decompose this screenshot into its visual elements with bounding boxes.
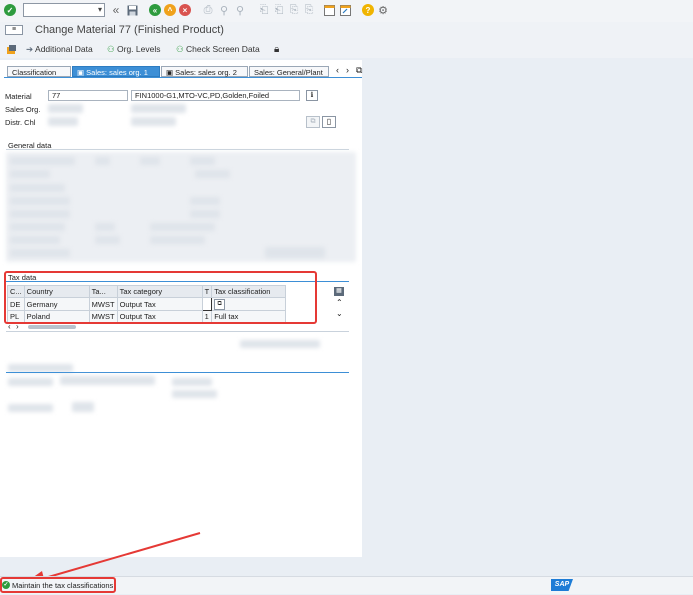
blurred-row: [8, 378, 53, 386]
find-next-icon[interactable]: ⚲: [234, 4, 246, 17]
blurred-field: [72, 402, 94, 412]
tab-label: Sales: General/Plant: [254, 68, 323, 77]
blurred-row: [95, 157, 110, 165]
application-toolbar: [0, 40, 693, 58]
org-levels-icon: ⚇: [107, 44, 115, 54]
blurred-field: [60, 376, 155, 385]
scroll-up-icon[interactable]: ⌃: [336, 298, 343, 307]
blurred-row: [95, 236, 120, 244]
tab-icon: ▣: [77, 68, 87, 77]
blurred-row: [10, 184, 65, 192]
separator: [6, 372, 349, 373]
tab-label: Classification: [12, 68, 57, 77]
next-page-icon[interactable]: ⎘: [288, 4, 300, 16]
tab-label: Sales: sales org. 2: [175, 68, 237, 77]
blurred-row: [10, 210, 70, 218]
overview-icon[interactable]: [5, 43, 17, 55]
tab-scroll-left-icon[interactable]: ‹: [336, 65, 339, 75]
blurred-row: [150, 223, 215, 231]
org-levels-label: Org. Levels: [117, 44, 161, 54]
check-icon: ⚇: [176, 44, 184, 54]
blurred-row: [10, 249, 70, 257]
help-icon[interactable]: ?: [362, 4, 374, 16]
copy-icon[interactable]: ⧉: [306, 116, 320, 128]
back-icon[interactable]: «: [149, 4, 161, 16]
org-levels-button[interactable]: ⚇ Org. Levels: [107, 44, 160, 55]
blurred-row: [172, 378, 212, 386]
sales-org-description: [131, 104, 186, 113]
general-data-blurred: [6, 152, 356, 262]
exit-icon[interactable]: ^: [164, 4, 176, 16]
enter-icon[interactable]: ✓: [4, 4, 16, 16]
history-back-icon[interactable]: «: [110, 3, 122, 17]
arrow-right-icon: ➔: [26, 44, 34, 54]
blurred-title: [8, 364, 73, 372]
distr-chl-description: [131, 117, 176, 126]
scroll-down-icon[interactable]: ⌄: [336, 309, 343, 318]
blurred-row: [190, 157, 215, 165]
blurred-row: [10, 197, 70, 205]
check-screen-data-label: Check Screen Data: [186, 44, 260, 54]
blurred-row: [95, 223, 115, 231]
blurred-row: [10, 157, 75, 165]
blurred-row: [195, 170, 230, 178]
tab-sales-org-1[interactable]: ▣ Sales: sales org. 1: [72, 66, 160, 77]
command-field[interactable]: ▾: [23, 3, 105, 17]
additional-data-label: Additional Data: [35, 44, 93, 54]
last-page-icon[interactable]: ⎘: [303, 4, 315, 16]
material-label: Material: [5, 92, 32, 101]
settings-icon[interactable]: ⚙: [377, 4, 389, 17]
tab-scroll-right-icon[interactable]: ›: [346, 65, 349, 75]
separator: [6, 331, 349, 332]
blurred-row: [8, 404, 53, 412]
general-data-separator: [6, 149, 349, 150]
document-icon[interactable]: ▯: [322, 116, 336, 128]
tab-list-icon[interactable]: ⧉: [356, 65, 362, 76]
tax-data-highlight: [4, 271, 317, 324]
material-description-field[interactable]: FIN1000-G1,MTO-VC,PD,Golden,Foiled: [131, 90, 300, 101]
tab-icon: ▣: [166, 68, 176, 77]
blurred-row: [10, 236, 60, 244]
material-field[interactable]: 77: [48, 90, 128, 101]
save-icon[interactable]: [126, 4, 138, 16]
chevron-down-icon[interactable]: ▾: [98, 5, 102, 14]
first-page-icon[interactable]: ⎗: [258, 4, 270, 16]
lock-icon[interactable]: 🔒︎: [274, 44, 279, 55]
cancel-icon[interactable]: ×: [179, 4, 191, 16]
tab-sales-org-2[interactable]: ▣ Sales: sales org. 2: [161, 66, 248, 77]
status-highlight: [0, 577, 116, 593]
distr-chl-value: [48, 117, 78, 126]
tab-sales-general-plant[interactable]: Sales: General/Plant: [249, 66, 329, 77]
shortcut-icon[interactable]: [339, 4, 351, 16]
screen-menu-icon[interactable]: ≡: [5, 25, 23, 35]
new-session-icon[interactable]: [323, 4, 335, 16]
tab-classification[interactable]: Classification: [7, 66, 71, 77]
check-screen-data-button[interactable]: ⚇ Check Screen Data: [176, 44, 260, 55]
blurred-row: [10, 170, 50, 178]
blurred-row: [172, 390, 217, 398]
table-settings-icon[interactable]: ▦: [334, 287, 344, 296]
blurred-button: [265, 247, 325, 258]
horizontal-scrollbar[interactable]: [28, 325, 76, 329]
long-text-icon[interactable]: ℹ: [306, 90, 318, 101]
page-title: Change Material 77 (Finished Product): [35, 24, 224, 36]
blurred-row: [140, 157, 160, 165]
additional-data-button[interactable]: ➔ Additional Data: [26, 44, 93, 55]
blurred-row: [190, 210, 220, 218]
tab-label: Sales: sales org. 1: [86, 68, 148, 77]
previous-page-icon[interactable]: ⎗: [273, 4, 285, 16]
sales-org-value: [48, 104, 83, 113]
sales-org-label: Sales Org.: [5, 105, 41, 114]
blurred-row: [190, 197, 220, 205]
print-icon[interactable]: ⎙: [202, 4, 214, 16]
blurred-row: [240, 340, 320, 348]
blurred-row: [10, 223, 65, 231]
blurred-row: [150, 236, 205, 244]
find-icon[interactable]: ⚲: [218, 4, 230, 17]
distr-chl-label: Distr. Chl: [5, 118, 36, 127]
tab-underline: [4, 77, 362, 78]
